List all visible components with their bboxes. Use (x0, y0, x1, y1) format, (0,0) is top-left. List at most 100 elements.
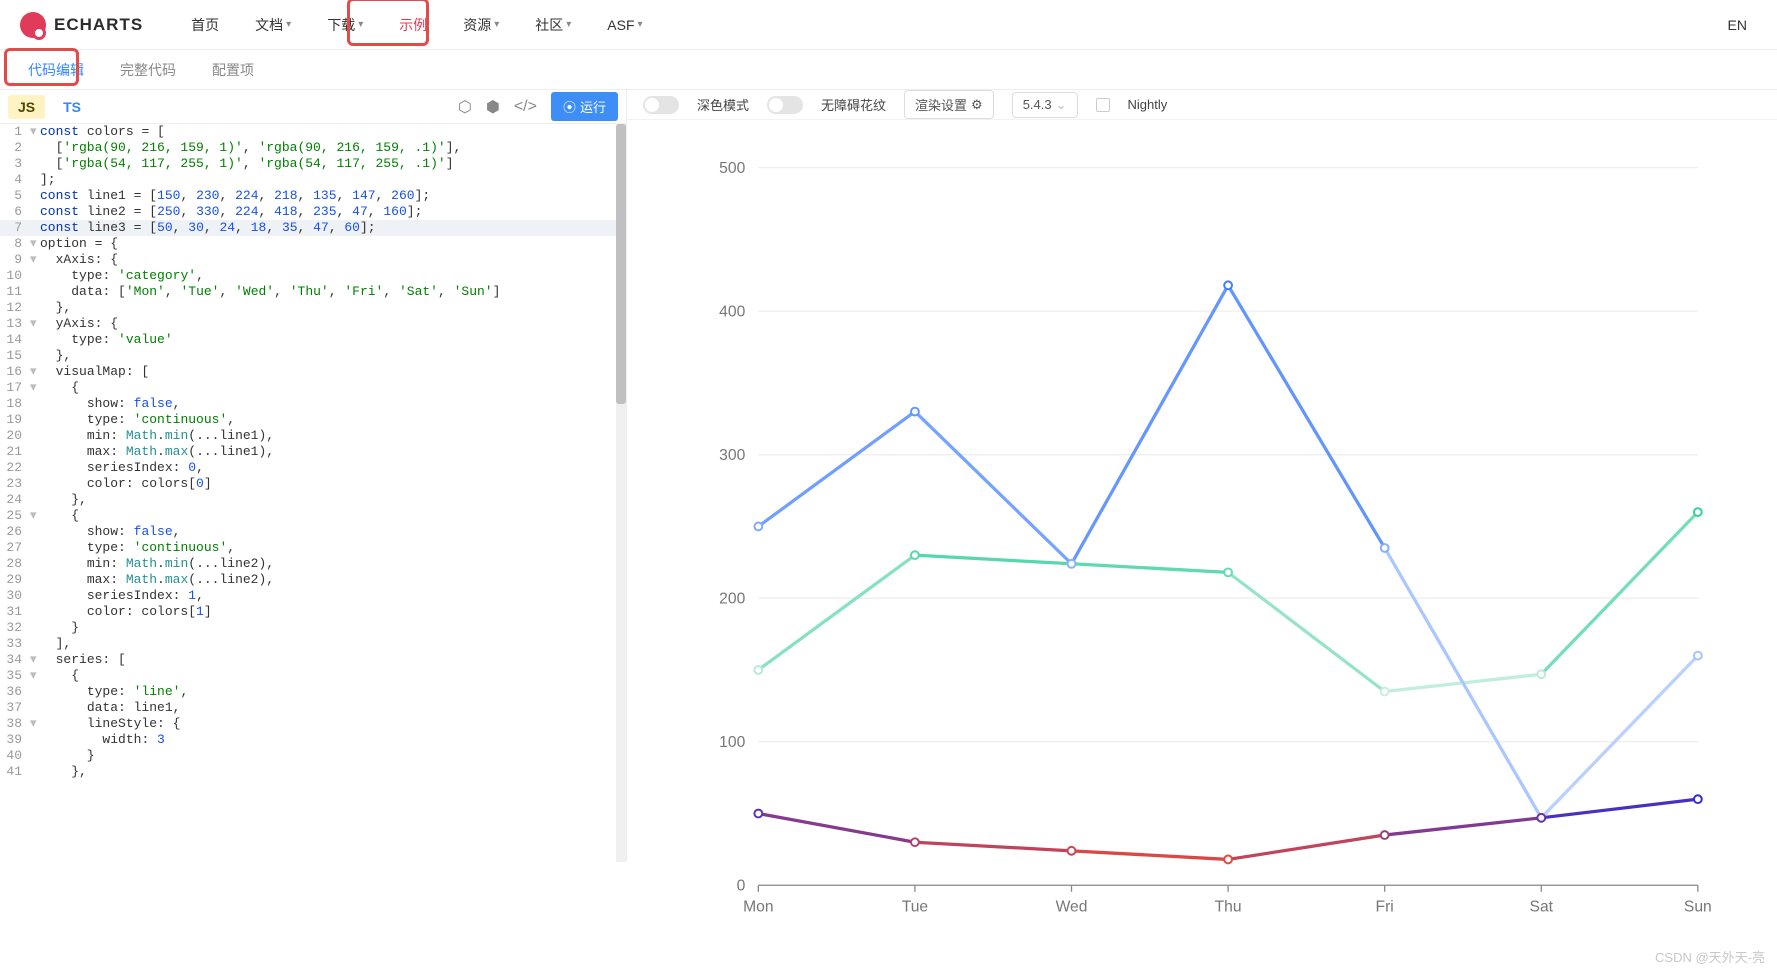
code-line[interactable]: 40 } (0, 748, 626, 764)
cube-outline-icon[interactable]: ⬡ (458, 97, 472, 117)
subtab-0[interactable]: 代码编辑 (10, 50, 102, 90)
code-line[interactable]: 20 min: Math.min(...line1), (0, 428, 626, 444)
fold-icon[interactable] (30, 604, 40, 620)
fold-icon[interactable]: ▾ (30, 652, 40, 668)
fold-icon[interactable] (30, 268, 40, 284)
fold-icon[interactable] (30, 684, 40, 700)
fold-icon[interactable]: ▾ (30, 508, 40, 524)
code-line[interactable]: 12 }, (0, 300, 626, 316)
fold-icon[interactable] (30, 428, 40, 444)
code-line[interactable]: 29 max: Math.max(...line2), (0, 572, 626, 588)
aria-toggle[interactable] (767, 96, 803, 114)
code-line[interactable]: 2 ['rgba(90, 216, 159, 1)', 'rgba(90, 21… (0, 140, 626, 156)
fold-icon[interactable] (30, 220, 40, 236)
code-line[interactable]: 34▾ series: [ (0, 652, 626, 668)
fold-icon[interactable] (30, 476, 40, 492)
nightly-checkbox[interactable] (1096, 98, 1110, 112)
nav-item-5[interactable]: 社区▾ (517, 0, 589, 50)
fold-icon[interactable] (30, 492, 40, 508)
cube-icon[interactable]: ⬢ (486, 97, 500, 117)
code-line[interactable]: 33 ], (0, 636, 626, 652)
fold-icon[interactable] (30, 620, 40, 636)
code-line[interactable]: 35▾ { (0, 668, 626, 684)
fold-icon[interactable] (30, 300, 40, 316)
dark-mode-toggle[interactable] (643, 96, 679, 114)
code-line[interactable]: 32 } (0, 620, 626, 636)
fold-icon[interactable] (30, 396, 40, 412)
fold-icon[interactable] (30, 348, 40, 364)
version-select[interactable]: 5.4.3 ⌄ (1012, 92, 1078, 118)
fold-icon[interactable] (30, 748, 40, 764)
code-line[interactable]: 30 seriesIndex: 1, (0, 588, 626, 604)
code-line[interactable]: 19 type: 'continuous', (0, 412, 626, 428)
code-line[interactable]: 9▾ xAxis: { (0, 252, 626, 268)
scrollbar-thumb[interactable] (616, 124, 626, 404)
fold-icon[interactable] (30, 188, 40, 204)
nav-item-4[interactable]: 资源▾ (445, 0, 517, 50)
subtab-1[interactable]: 完整代码 (102, 50, 194, 90)
code-line[interactable]: 14 type: 'value' (0, 332, 626, 348)
fold-icon[interactable] (30, 332, 40, 348)
nav-item-3[interactable]: 示例 (381, 0, 445, 50)
code-line[interactable]: 15 }, (0, 348, 626, 364)
code-line[interactable]: 7const line3 = [50, 30, 24, 18, 35, 47, … (0, 220, 626, 236)
fold-icon[interactable] (30, 556, 40, 572)
code-line[interactable]: 4]; (0, 172, 626, 188)
fold-icon[interactable] (30, 700, 40, 716)
fold-icon[interactable]: ▾ (30, 668, 40, 684)
code-line[interactable]: 1▾const colors = [ (0, 124, 626, 140)
code-line[interactable]: 26 show: false, (0, 524, 626, 540)
code-line[interactable]: 36 type: 'line', (0, 684, 626, 700)
code-line[interactable]: 11 data: ['Mon', 'Tue', 'Wed', 'Thu', 'F… (0, 284, 626, 300)
nav-item-6[interactable]: ASF▾ (589, 0, 660, 50)
nav-item-0[interactable]: 首页 (173, 0, 237, 50)
fold-icon[interactable] (30, 732, 40, 748)
code-line[interactable]: 13▾ yAxis: { (0, 316, 626, 332)
code-line[interactable]: 22 seriesIndex: 0, (0, 460, 626, 476)
code-line[interactable]: 27 type: 'continuous', (0, 540, 626, 556)
logo[interactable]: ECHARTS (20, 12, 143, 38)
fold-icon[interactable] (30, 636, 40, 652)
code-line[interactable]: 6const line2 = [250, 330, 224, 418, 235,… (0, 204, 626, 220)
fold-icon[interactable] (30, 156, 40, 172)
code-line[interactable]: 38▾ lineStyle: { (0, 716, 626, 732)
editor-scrollbar[interactable] (616, 124, 626, 862)
fold-icon[interactable]: ▾ (30, 252, 40, 268)
fold-icon[interactable]: ▾ (30, 124, 40, 140)
render-settings-button[interactable]: 渲染设置 ⚙ (904, 90, 994, 119)
run-button[interactable]: ⦿ 运行 (551, 92, 618, 121)
code-line[interactable]: 28 min: Math.min(...line2), (0, 556, 626, 572)
code-line[interactable]: 18 show: false, (0, 396, 626, 412)
fold-icon[interactable]: ▾ (30, 380, 40, 396)
code-line[interactable]: 16▾ visualMap: [ (0, 364, 626, 380)
fold-icon[interactable]: ▾ (30, 364, 40, 380)
code-line[interactable]: 31 color: colors[1] (0, 604, 626, 620)
fold-icon[interactable] (30, 444, 40, 460)
code-line[interactable]: 41 }, (0, 764, 626, 780)
code-line[interactable]: 37 data: line1, (0, 700, 626, 716)
code-line[interactable]: 10 type: 'category', (0, 268, 626, 284)
nav-item-1[interactable]: 文档▾ (237, 0, 309, 50)
lang-tab-ts[interactable]: TS (53, 95, 91, 119)
fold-icon[interactable] (30, 572, 40, 588)
code-line[interactable]: 3 ['rgba(54, 117, 255, 1)', 'rgba(54, 11… (0, 156, 626, 172)
fold-icon[interactable]: ▾ (30, 316, 40, 332)
subtab-2[interactable]: 配置项 (194, 50, 272, 90)
fold-icon[interactable] (30, 460, 40, 476)
code-line[interactable]: 23 color: colors[0] (0, 476, 626, 492)
code-line[interactable]: 5const line1 = [150, 230, 224, 218, 135,… (0, 188, 626, 204)
fold-icon[interactable] (30, 588, 40, 604)
fold-icon[interactable]: ▾ (30, 236, 40, 252)
fold-icon[interactable] (30, 412, 40, 428)
code-line[interactable]: 39 width: 3 (0, 732, 626, 748)
nav-item-2[interactable]: 下载▾ (309, 0, 381, 50)
fold-icon[interactable]: ▾ (30, 716, 40, 732)
fold-icon[interactable] (30, 524, 40, 540)
fold-icon[interactable] (30, 540, 40, 556)
code-line[interactable]: 21 max: Math.max(...line1), (0, 444, 626, 460)
code-line[interactable]: 8▾option = { (0, 236, 626, 252)
language-switch[interactable]: EN (1718, 17, 1757, 33)
fold-icon[interactable] (30, 204, 40, 220)
code-editor[interactable]: 1▾const colors = [2 ['rgba(90, 216, 159,… (0, 124, 626, 862)
code-icon[interactable]: </> (514, 98, 537, 116)
